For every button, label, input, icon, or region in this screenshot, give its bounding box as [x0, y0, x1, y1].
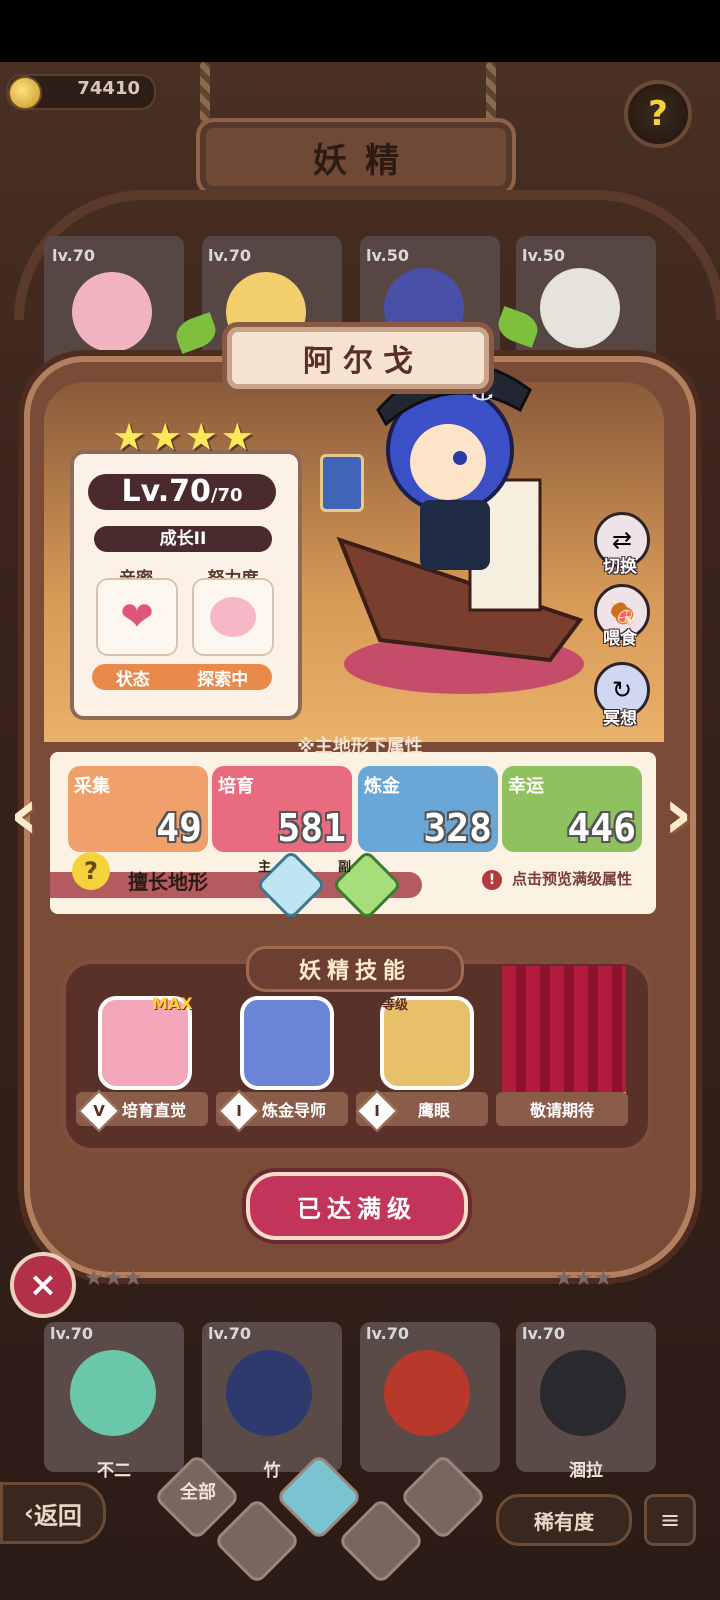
attribute-value: 49: [156, 806, 202, 850]
growth-stage: 成长II: [94, 526, 272, 552]
skill-rank: V: [93, 1102, 105, 1120]
eye: [453, 451, 467, 465]
rarity-sort-button[interactable]: 稀有度: [496, 1494, 632, 1546]
maxed-level-button[interactable]: 已达满级: [246, 1172, 468, 1240]
rarity-label: 稀有度: [534, 1509, 594, 1534]
star-icon: ★: [220, 415, 255, 459]
attribute-title: ※主地形下属性: [297, 736, 423, 757]
filter-all-label: 全部: [180, 1482, 216, 1503]
attribute-alchemy: 炼金 328: [358, 766, 498, 852]
card-level: lv.70: [52, 246, 95, 265]
card-level: lv.70: [50, 1324, 93, 1343]
attribute-label: 采集: [74, 776, 110, 797]
fairy-name-plaque: 阿尔戈: [222, 322, 494, 394]
back-label: 返回: [33, 1501, 82, 1530]
intimacy-box[interactable]: ❤: [96, 578, 178, 656]
attribute-gather: 采集 49: [68, 766, 208, 852]
maxed-label: 已达满级: [297, 1194, 417, 1223]
cauldron-icon[interactable]: [240, 996, 334, 1090]
skill-label: 敬请期待: [496, 1092, 628, 1126]
star-icon: ★: [148, 415, 183, 459]
attribute-value: 581: [277, 806, 346, 850]
coin-value: 74410: [77, 78, 140, 99]
attribute-cultivate: 培育 581: [212, 766, 352, 852]
level-max: /70: [210, 485, 243, 506]
chevron-left-icon[interactable]: ‹: [2, 774, 46, 854]
coin-icon: [8, 76, 42, 110]
curtain-placeholder: [502, 966, 626, 1100]
heart-icon: ❤: [120, 594, 154, 640]
attribute-label: 培育: [218, 776, 254, 797]
effort-face-icon: [210, 597, 256, 637]
question-mark-icon[interactable]: ?: [624, 80, 692, 148]
chevron-left-icon: ‹: [24, 1499, 34, 1527]
back-button[interactable]: ‹ 返回: [0, 1482, 106, 1544]
level-display: Lv.70 /70: [88, 474, 276, 510]
level-tag: 等级: [382, 998, 409, 1013]
card-level: lv.70: [366, 1324, 409, 1343]
main-terrain-tag: 主: [258, 860, 272, 875]
card-level: lv.50: [522, 246, 565, 265]
meditate-label[interactable]: 冥想: [590, 704, 650, 729]
max-preview-hint[interactable]: 点击预览满级属性: [512, 868, 632, 889]
feed-label[interactable]: 喂食: [590, 624, 650, 649]
fairy-portrait: [226, 1350, 312, 1436]
terrain-label: 擅长地形: [128, 870, 208, 894]
skill-title-text: 妖精技能: [298, 959, 411, 984]
sub-terrain-tag: 副: [338, 860, 352, 875]
attribute-value: 328: [423, 806, 492, 850]
sort-list-icon[interactable]: ≡: [644, 1494, 696, 1546]
card-level: lv.70: [208, 1324, 251, 1343]
max-tag: MAX: [152, 994, 193, 1013]
star-rating: ★ ★ ★ ★: [112, 418, 258, 458]
skill-title: 妖精技能: [246, 946, 464, 992]
face: [410, 424, 486, 500]
skill-rank: I: [236, 1102, 242, 1120]
star-icon: ★: [112, 415, 147, 459]
status-bar: 状态 探索中: [92, 664, 272, 690]
title-plaque: 妖精: [196, 118, 516, 196]
card-name: 不二: [97, 1461, 131, 1481]
fairy-portrait: [540, 1350, 626, 1436]
skill-name: 鹰眼: [417, 1101, 450, 1120]
fairy-portrait: [72, 272, 152, 352]
star-icon: ★: [184, 415, 219, 459]
coming-soon: 敬请期待: [529, 1101, 594, 1120]
status-bar-area: [0, 0, 720, 62]
switch-label[interactable]: 切换: [590, 552, 650, 577]
star-rating: ★★★: [554, 1266, 614, 1291]
card-level: lv.70: [522, 1324, 565, 1343]
card-level: lv.70: [208, 246, 251, 265]
effort-box[interactable]: [192, 578, 274, 656]
fairy-name: 阿尔戈: [303, 344, 423, 379]
page-title: 妖精: [313, 140, 417, 181]
card-thumbnail-icon[interactable]: [320, 454, 364, 512]
star-rating: ★★★: [84, 1266, 144, 1291]
info-icon: !: [482, 870, 502, 890]
status-label: 状态: [115, 669, 150, 690]
attribute-label: 炼金: [364, 776, 400, 797]
fairy-portrait: [384, 1350, 470, 1436]
status-value: 探索中: [197, 669, 249, 690]
coat: [420, 500, 490, 570]
sprout-icon: ?: [72, 852, 110, 890]
chevron-right-icon[interactable]: ›: [656, 774, 700, 854]
level-value: Lv.70: [121, 474, 211, 509]
close-icon[interactable]: ×: [10, 1252, 76, 1318]
card-name: 涸拉: [569, 1461, 603, 1481]
attribute-value: 446: [567, 806, 636, 850]
fairy-portrait: [70, 1350, 156, 1436]
card-level: lv.50: [366, 246, 409, 265]
attribute-label: 幸运: [508, 776, 544, 797]
skill-rank: I: [374, 1102, 380, 1120]
fairy-portrait: [540, 268, 620, 348]
attribute-luck: 幸运 446: [502, 766, 642, 852]
